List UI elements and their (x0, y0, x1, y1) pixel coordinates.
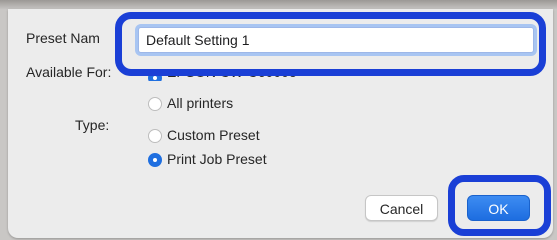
type-label: Type: (75, 117, 110, 133)
radio-print-job-preset[interactable] (148, 153, 162, 167)
type-option-print-job-preset-label[interactable]: Print Job Preset (167, 151, 267, 167)
type-option-custom-preset-label[interactable]: Custom Preset (167, 127, 260, 143)
preset-name-highlight-annotation (115, 12, 546, 76)
background-window-strip (0, 0, 557, 9)
ok-button-highlight-annotation (448, 175, 551, 236)
radio-all-printers[interactable] (148, 97, 162, 111)
available-for-option-all-printers-label[interactable]: All printers (167, 95, 233, 111)
preset-name-label: Preset Nam (26, 30, 100, 46)
cancel-button[interactable]: Cancel (365, 195, 438, 221)
radio-custom-preset[interactable] (148, 129, 162, 143)
